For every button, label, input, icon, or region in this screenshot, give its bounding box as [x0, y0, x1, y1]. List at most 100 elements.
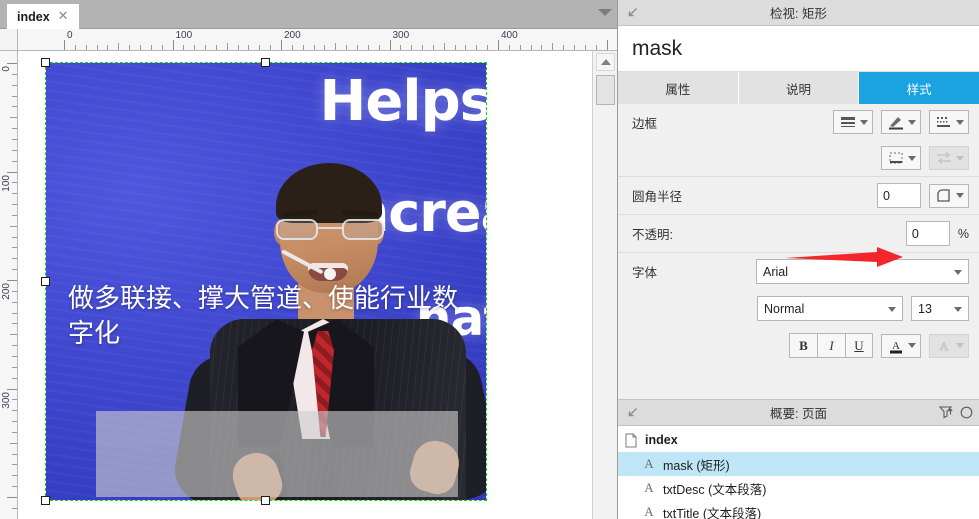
ruler-tick: [12, 204, 17, 206]
ruler-tick: [12, 366, 17, 368]
canvas-pane: index ✕ 0 100 200 300 400 0 100 200 300 Helps n…: [0, 0, 618, 519]
ruler-tick: [12, 84, 17, 86]
page-tab-index[interactable]: index ✕: [6, 3, 80, 29]
ruler-label: 0: [1, 66, 12, 72]
chevron-down-icon[interactable]: [598, 9, 612, 16]
ruler-tick: [422, 45, 424, 50]
ruler-tick: [172, 40, 174, 50]
ruler-tick: [150, 45, 152, 50]
font-label: 字体: [632, 266, 658, 280]
headset-mic-tip: [324, 268, 336, 280]
canvas-vertical-scrollbar[interactable]: [592, 51, 617, 519]
ruler-tick: [96, 45, 98, 50]
bold-button[interactable]: B: [789, 333, 817, 358]
tab-style[interactable]: 样式: [859, 72, 979, 104]
ruler-tick: [12, 73, 17, 75]
close-icon[interactable]: ✕: [58, 10, 69, 23]
ruler-tick: [12, 258, 17, 260]
ruler-corner: [0, 29, 18, 51]
ruler-tick: [606, 40, 608, 50]
ruler-tick: [12, 453, 17, 455]
ruler-label: 300: [392, 30, 410, 41]
ruler-tick: [118, 43, 120, 50]
axure-editor-window: index ✕ 0 100 200 300 400 0 100 200 300 Helps n…: [0, 0, 979, 519]
inspector-panel: 检视: 矩形 mask 属性 说明 样式 边框 圆角半径 0 不透明: 0 % …: [618, 0, 979, 519]
outline-item[interactable]: AtxtDesc (文本段落): [618, 476, 979, 500]
collapse-arrow-icon[interactable]: [626, 6, 639, 19]
italic-button[interactable]: I: [817, 333, 845, 358]
mask-rectangle-widget[interactable]: [96, 411, 458, 497]
ruler-tick: [12, 128, 17, 130]
ruler-tick: [10, 442, 17, 444]
font-family-select[interactable]: Arial: [756, 259, 969, 284]
border-visibility-icon[interactable]: [881, 146, 921, 170]
ruler-tick: [10, 334, 17, 336]
ruler-tick: [10, 117, 17, 119]
ruler-tick: [367, 45, 369, 50]
corner-radius-label: 圆角半径: [632, 190, 683, 204]
ruler-tick: [335, 43, 337, 50]
ruler-label: 100: [175, 30, 193, 41]
ruler-tick: [443, 43, 445, 50]
ruler-tick: [541, 45, 543, 50]
ruler-tick: [346, 45, 348, 50]
outline-tree[interactable]: index Amask (矩形) AtxtDesc (文本段落) AtxtTitle …: [618, 426, 979, 519]
opacity-unit: %: [957, 226, 969, 241]
opacity-label: 不透明:: [632, 228, 673, 242]
ruler-tick: [519, 45, 521, 50]
tab-properties[interactable]: 属性: [618, 72, 739, 104]
text-widget-icon: A: [644, 504, 654, 519]
ruler-tick: [7, 63, 17, 64]
ruler-tick: [12, 106, 17, 108]
font-color-icon[interactable]: A: [881, 333, 921, 358]
rounded-corner-icon[interactable]: [929, 183, 969, 208]
ruler-label: 200: [284, 30, 301, 41]
line-style-dashed-icon[interactable]: [929, 110, 969, 134]
widget-name-field[interactable]: mask: [618, 26, 979, 72]
outline-item[interactable]: index: [618, 428, 979, 452]
glasses-bridge: [318, 227, 342, 229]
svg-text:A: A: [892, 340, 900, 352]
outline-toolbar: [938, 405, 973, 422]
ruler-tick: [12, 290, 17, 292]
ruler-tick: [7, 497, 17, 498]
page-icon: [624, 432, 638, 448]
ruler-tick: [12, 475, 17, 477]
ruler-tick: [313, 45, 315, 50]
ruler-tick: [356, 45, 358, 50]
ruler-tick: [508, 45, 510, 50]
font-weight-select[interactable]: Normal: [757, 296, 903, 321]
tab-notes[interactable]: 说明: [738, 72, 860, 104]
canvas-viewport[interactable]: Helps ncrea naf: [18, 51, 593, 519]
ruler-tick: [205, 45, 207, 50]
collapse-arrow-icon[interactable]: [626, 406, 639, 419]
caption-text: 做多联接、撑大管道、使能行业数字化: [68, 284, 459, 350]
slide-artwork[interactable]: Helps ncrea naf: [46, 63, 486, 500]
vertical-ruler: 0 100 200 300: [0, 51, 18, 519]
outline-item[interactable]: Amask (矩形): [618, 452, 979, 476]
ruler-tick: [7, 171, 17, 173]
figure-glasses: [274, 219, 386, 241]
circle-icon[interactable]: [960, 406, 973, 422]
caret-up-icon[interactable]: [596, 53, 615, 71]
inspector-tabs: 属性 说明 样式: [618, 72, 979, 104]
ruler-tick: [389, 40, 391, 50]
glasses-lens-right: [342, 219, 384, 240]
opacity-input[interactable]: [905, 221, 950, 246]
line-width-icon[interactable]: [833, 110, 873, 134]
font-size-select[interactable]: 13: [911, 296, 969, 321]
font-weight-value: Normal: [764, 301, 805, 316]
outline-item[interactable]: AtxtTitle (文本段落): [618, 500, 979, 519]
underline-button[interactable]: U: [845, 333, 873, 358]
corner-radius-input[interactable]: [877, 183, 921, 208]
ruler-tick: [400, 45, 402, 50]
scrollbar-thumb[interactable]: [596, 75, 615, 105]
text-format-group: B I U: [789, 333, 873, 358]
ruler-tick: [291, 45, 293, 50]
filter-icon[interactable]: [938, 405, 954, 422]
border-color-pencil-icon[interactable]: [881, 110, 921, 134]
ruler-tick: [226, 43, 228, 50]
border-row-primary: 边框: [618, 104, 979, 140]
ruler-tick: [7, 388, 17, 390]
opacity-row: 不透明: %: [618, 215, 979, 253]
